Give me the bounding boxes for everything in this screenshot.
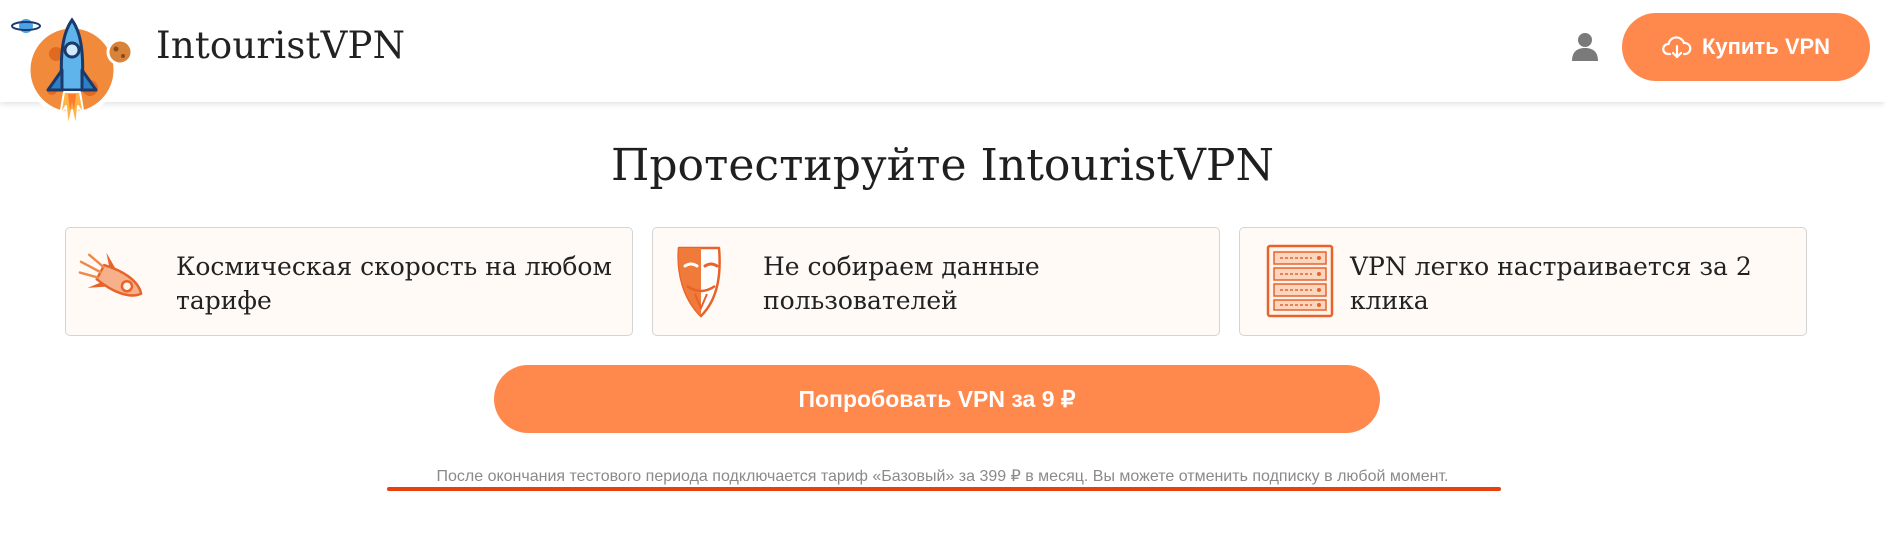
rocket-icon	[78, 252, 143, 297]
buy-vpn-button[interactable]: Купить VPN	[1622, 13, 1870, 81]
try-vpn-label: Попробовать VPN за 9 ₽	[798, 385, 1076, 412]
site-header: IntouristVPN Купить VPN	[0, 0, 1885, 102]
feature-text-privacy: Не собираем данные пользователей	[763, 252, 1040, 315]
buy-vpn-label: Купить VPN	[1701, 34, 1831, 59]
feature-card-setup: VPN легко настраивается за 2 клика	[1239, 227, 1807, 336]
rocket-mascot-logo-icon[interactable]	[6, 6, 136, 140]
subscription-disclaimer: После окончания тестового периода подклю…	[436, 468, 1449, 485]
highlight-underline	[387, 487, 1501, 491]
feature-card-privacy: Не собираем данные пользователей	[652, 227, 1220, 336]
feature-text-setup: VPN легко настраивается за 2 клика	[1350, 252, 1752, 315]
brand-name[interactable]: IntouristVPN	[156, 24, 405, 67]
user-icon[interactable]	[1571, 32, 1599, 62]
feature-text-speed: Космическая скорость на любом тарифе	[176, 252, 612, 315]
server-rack-icon	[1266, 244, 1334, 318]
anonymous-mask-icon	[677, 246, 721, 318]
page-title: Протестируйте IntouristVPN	[611, 140, 1274, 191]
feature-card-speed: Космическая скорость на любом тарифе	[65, 227, 633, 336]
try-vpn-button[interactable]: Попробовать VPN за 9 ₽	[494, 365, 1380, 433]
cloud-download-icon	[1662, 36, 1692, 59]
